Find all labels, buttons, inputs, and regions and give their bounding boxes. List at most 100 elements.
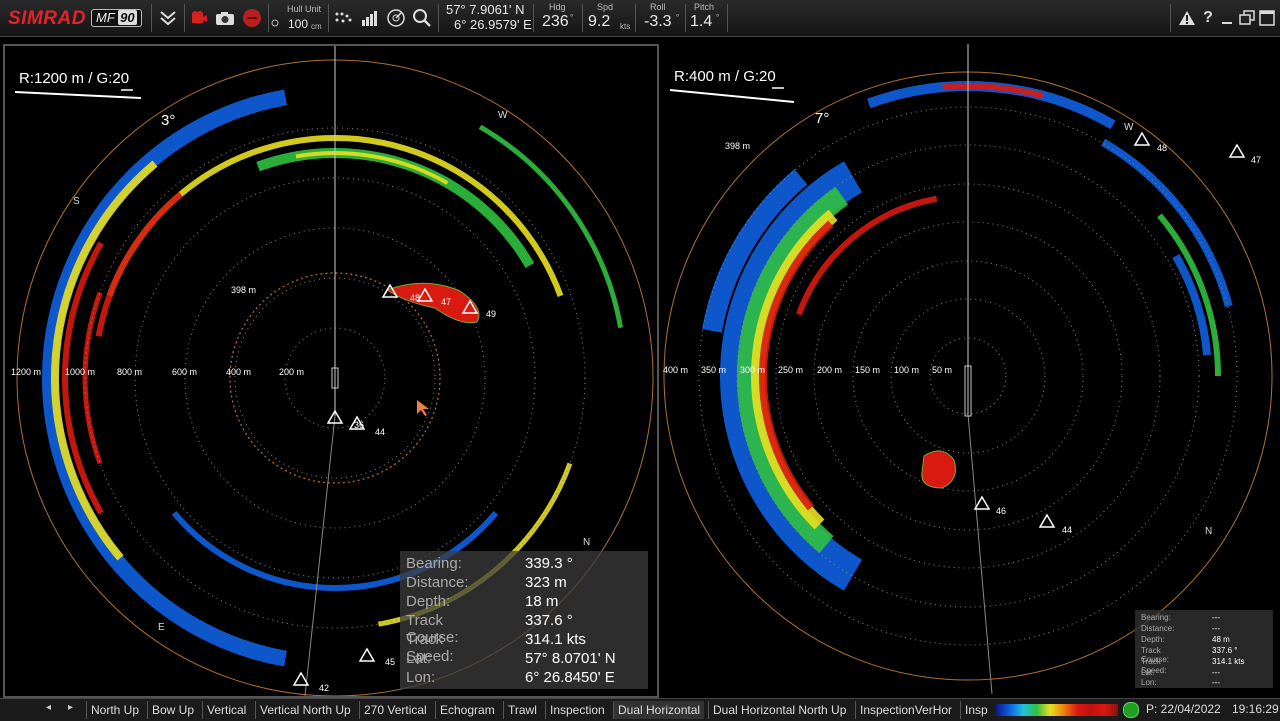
ring-label: 50 m xyxy=(932,365,953,375)
info-key: Distance: xyxy=(1141,624,1175,633)
tab-vertical-north-up[interactable]: Vertical North Up xyxy=(255,701,355,719)
target-id[interactable]: 47 xyxy=(441,297,451,307)
tab-dual-horizontal[interactable]: Dual Horizontal xyxy=(613,701,705,719)
ring-label: 200 m xyxy=(279,367,305,377)
ring-label: 250 m xyxy=(778,365,804,375)
tab-270-vertical[interactable]: 270 Vertical xyxy=(359,701,431,719)
tab-dual-horizontal-north-up[interactable]: Dual Horizontal North Up xyxy=(708,701,850,719)
target-marker-icon xyxy=(1133,131,1151,146)
spd-label: Spd xyxy=(597,2,614,12)
ring-label: 400 m xyxy=(226,367,252,377)
ring-label: 150 m xyxy=(855,365,881,375)
target-marker-icon xyxy=(973,495,991,510)
tab-echogram[interactable]: Echogram xyxy=(435,701,499,719)
target-id[interactable]: 48 xyxy=(410,293,420,303)
scroll-left-icon[interactable]: ◂ xyxy=(46,702,51,713)
target-id[interactable]: 44 xyxy=(1062,525,1072,535)
ring-label: 350 m xyxy=(701,365,727,375)
menu-chevron-icon[interactable] xyxy=(157,7,179,29)
ring-label: 1200 m xyxy=(11,367,42,377)
info-value: --- xyxy=(1212,613,1220,622)
hdg-label: Hdg xyxy=(549,2,566,12)
info-key: Lat: xyxy=(1141,668,1155,677)
hull-unit-value[interactable]: 100 xyxy=(288,17,308,31)
info-value: 323 m xyxy=(525,574,567,591)
echo-band xyxy=(1172,254,1212,356)
camera-icon[interactable] xyxy=(214,7,236,29)
cursor-arrow-icon xyxy=(417,400,429,416)
pitch-value: 1.4 xyxy=(690,13,713,30)
record-icon[interactable] xyxy=(188,7,210,29)
target-id[interactable]: 47 xyxy=(1251,155,1261,165)
status-date: P: 22/04/2022 xyxy=(1146,702,1221,716)
stop-record-icon[interactable] xyxy=(241,7,263,29)
info-value: --- xyxy=(1212,668,1220,677)
status-ok-icon xyxy=(1123,702,1139,718)
target-id[interactable]: 48 xyxy=(1157,143,1167,153)
info-key: Distance: xyxy=(406,574,469,591)
target-marker-icon xyxy=(1228,143,1246,158)
tab-trawl[interactable]: Trawl xyxy=(503,701,541,719)
gps-longitude: 6° 26.9579' E xyxy=(454,17,532,32)
color-scale-bar xyxy=(996,704,1118,716)
roll-label: Roll xyxy=(650,2,666,12)
info-key: Bearing: xyxy=(1141,613,1171,622)
range-gain-label: R:1200 m / G:20 xyxy=(19,70,130,87)
restore-window-icon[interactable] xyxy=(1236,7,1258,29)
roll-value: -3.3 xyxy=(644,13,672,30)
scroll-right-icon[interactable]: ▸ xyxy=(68,702,73,713)
tab-vertical[interactable]: Vertical xyxy=(202,701,250,719)
hull-unit-unit: cm xyxy=(311,22,322,31)
bar-chart-icon[interactable] xyxy=(359,7,381,29)
echo-band xyxy=(256,148,535,269)
compass-west: W xyxy=(1124,122,1134,133)
sonar-panel-right[interactable]: R:400 m / G:20 7° 400 m 350 m 300 m 250 … xyxy=(662,44,1276,694)
compass-north: N xyxy=(1205,526,1213,537)
compass-north: N xyxy=(583,537,591,548)
tab-inspection[interactable]: Inspection xyxy=(545,701,609,719)
ring-label: 200 m xyxy=(817,365,843,375)
alarm-warning-icon[interactable] xyxy=(1176,7,1198,29)
target-id[interactable]: 45 xyxy=(385,657,395,667)
zoom-icon[interactable] xyxy=(411,7,433,29)
info-value: --- xyxy=(1212,624,1220,633)
dots-grid-icon[interactable] xyxy=(333,7,355,29)
info-value: 48 m xyxy=(1212,635,1230,644)
compass-east: E xyxy=(158,622,165,633)
hdg-value: 236 xyxy=(542,13,569,30)
status-time: 19:16:29 xyxy=(1232,702,1279,716)
minimize-icon[interactable] xyxy=(1216,7,1238,29)
sonar-view-icon[interactable] xyxy=(385,7,407,29)
fish-school xyxy=(921,450,956,489)
info-key: Lat: xyxy=(406,650,432,667)
marker-range-label: 398 m xyxy=(231,285,257,295)
target-id[interactable]: 44 xyxy=(375,427,385,437)
tab-insp[interactable]: Insp xyxy=(960,701,991,719)
tab-north-up[interactable]: North Up xyxy=(86,701,143,719)
scale-bar xyxy=(14,91,142,99)
ring-label: 800 m xyxy=(117,367,143,377)
target-id[interactable]: 36 xyxy=(354,420,364,430)
close-window-icon[interactable] xyxy=(1256,7,1278,29)
tab-bow-up[interactable]: Bow Up xyxy=(147,701,198,719)
pitch-label: Pitch xyxy=(694,2,715,12)
bottom-mode-bar: ◂ ▸ North Up Bow Up Vertical Vertical No… xyxy=(0,698,1280,721)
info-value: 339.3 ° xyxy=(525,555,573,572)
range-gain-label: R:400 m / G:20 xyxy=(674,68,776,85)
info-value: 18 m xyxy=(525,593,559,610)
target-id[interactable]: 46 xyxy=(996,506,1006,516)
info-key: Bearing: xyxy=(406,555,462,572)
info-value: 337.6 ° xyxy=(1212,646,1238,655)
marker-range-label: 398 m xyxy=(725,141,751,151)
target-id[interactable]: 49 xyxy=(486,309,496,319)
target-id[interactable]: 42 xyxy=(319,683,329,693)
simrad-logo: SIMRAD xyxy=(8,8,86,29)
compass-south: S xyxy=(73,196,80,207)
model-badge: MF 90 xyxy=(91,9,142,27)
spd-unit: kts xyxy=(620,22,631,31)
tilt-angle-label: 3° xyxy=(161,112,176,129)
spd-value: 9.2 xyxy=(588,13,611,30)
target-marker-icon xyxy=(358,647,376,662)
tab-inspection-ver-hor[interactable]: InspectionVerHor xyxy=(855,701,956,719)
cursor-info-panel-right: Bearing: --- Distance: --- Depth: 48 m Trac… xyxy=(1135,610,1273,688)
